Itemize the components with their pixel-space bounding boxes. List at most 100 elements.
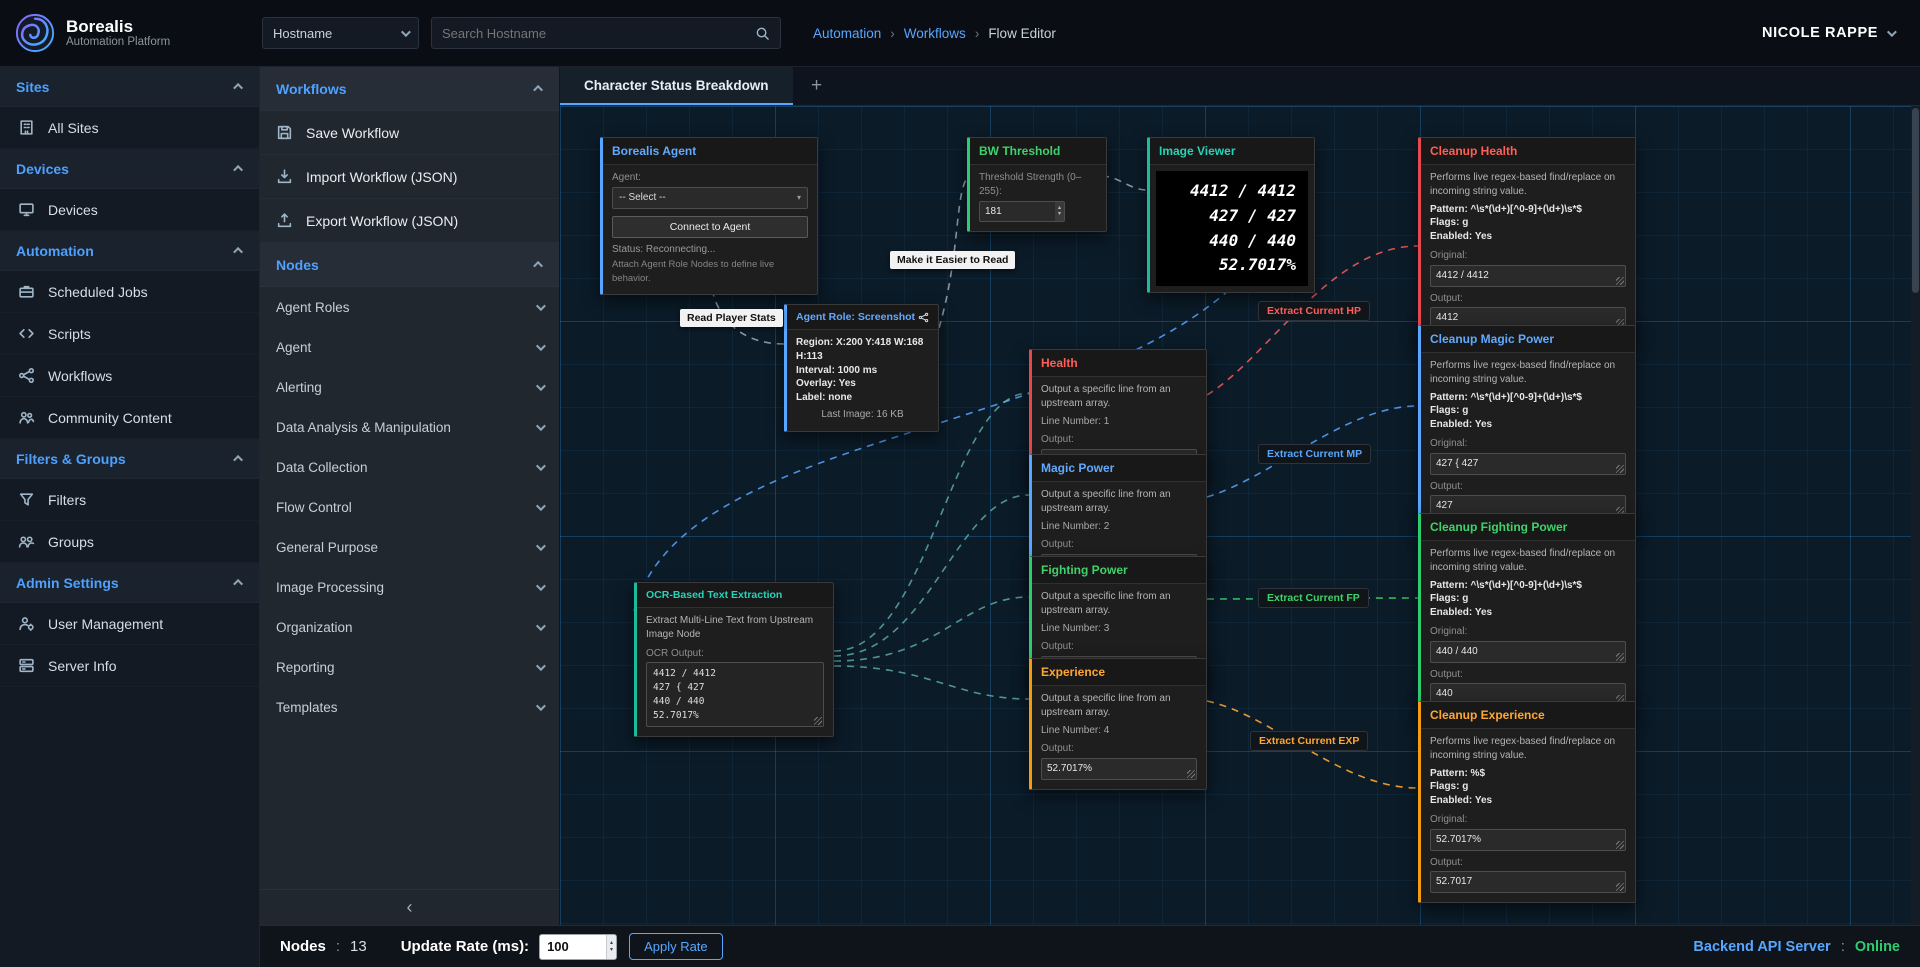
hostname-selector[interactable]: Hostname: [262, 17, 419, 49]
original-value-field[interactable]: 427 { 427: [1430, 453, 1626, 475]
note-read-player-stats[interactable]: Read Player Stats: [680, 309, 783, 327]
category-label: Flow Control: [276, 500, 352, 515]
sidebar-section-filters-groups[interactable]: Filters & Groups: [0, 439, 259, 479]
spinner-buttons[interactable]: ▴▾: [606, 935, 616, 959]
apply-rate-button[interactable]: Apply Rate: [629, 933, 723, 960]
category-label: Agent Roles: [276, 300, 350, 315]
workflows-panel-header[interactable]: Workflows: [260, 67, 559, 111]
edge-label-extract-current-hp[interactable]: Extract Current HP: [1258, 301, 1370, 321]
edge-label-extract-current-fp[interactable]: Extract Current FP: [1258, 588, 1369, 608]
flow-node-cleanup-magic-power[interactable]: Cleanup Magic Power Performs live regex-…: [1418, 325, 1636, 527]
node-category-templates[interactable]: Templates: [260, 687, 559, 727]
node-category-image-processing[interactable]: Image Processing: [260, 567, 559, 607]
flags-text: Flags: g: [1430, 216, 1626, 230]
breadcrumb: Automation › Workflows › Flow Editor: [813, 26, 1056, 41]
edge-label-extract-current-exp[interactable]: Extract Current EXP: [1250, 731, 1368, 751]
node-category-general-purpose[interactable]: General Purpose: [260, 527, 559, 567]
flow-node-cleanup-health[interactable]: Cleanup Health Performs live regex-based…: [1418, 137, 1636, 339]
node-category-flow-control[interactable]: Flow Control: [260, 487, 559, 527]
node-description: Output a specific line from an upstream …: [1041, 692, 1197, 720]
original-value-field[interactable]: 4412 / 4412: [1430, 265, 1626, 287]
brand: Borealis Automation Platform: [0, 12, 260, 54]
sidebar-item-workflows[interactable]: Workflows: [0, 355, 259, 397]
add-tab-button[interactable]: +: [793, 67, 841, 105]
tab-character-status-breakdown[interactable]: Character Status Breakdown: [560, 67, 793, 105]
sidebar-section-admin-settings[interactable]: Admin Settings: [0, 563, 259, 603]
breadcrumb-automation[interactable]: Automation: [813, 26, 881, 41]
update-rate-input[interactable]: 100 ▴▾: [539, 934, 617, 960]
node-description: Output a specific line from an upstream …: [1041, 383, 1197, 411]
chevron-down-icon: [536, 661, 546, 671]
original-label: Original:: [1430, 437, 1626, 451]
user-menu[interactable]: NICOLE RAPPE: [1762, 25, 1894, 41]
image-viewer-line: 440 / 440: [1168, 229, 1296, 254]
search-icon[interactable]: [755, 26, 770, 41]
original-value-field[interactable]: 52.7017%: [1430, 829, 1626, 851]
sidebar-item-devices[interactable]: Devices: [0, 189, 259, 231]
node-title-text: Borealis Agent: [612, 144, 696, 158]
ocr-output-field[interactable]: 4412 / 4412 427 { 427 440 / 440 52.7017%: [646, 662, 824, 727]
flow-node-experience[interactable]: Experience Output a specific line from a…: [1029, 658, 1207, 790]
output-value-field[interactable]: 52.7017: [1430, 871, 1626, 893]
sidebar-item-scripts[interactable]: Scripts: [0, 313, 259, 355]
node-title-text: Magic Power: [1041, 461, 1114, 475]
flow-node-ocr-text-extraction[interactable]: OCR-Based Text Extraction Extract Multi-…: [634, 582, 834, 737]
sidebar-item-label: User Management: [48, 616, 163, 632]
flow-node-borealis-agent[interactable]: Borealis Agent Agent: -- Select -- ▾ Con…: [600, 137, 818, 295]
edge-label-extract-current-mp[interactable]: Extract Current MP: [1258, 444, 1371, 464]
node-title: Image Viewer: [1150, 138, 1314, 165]
sidebar-item-server-info[interactable]: Server Info: [0, 645, 259, 687]
spinner-down-icon[interactable]: ▾: [610, 947, 613, 954]
node-category-reporting[interactable]: Reporting: [260, 647, 559, 687]
note-make-it-easier-to-read[interactable]: Make it Easier to Read: [890, 251, 1015, 269]
output-value-field[interactable]: 52.7017%: [1041, 758, 1197, 780]
panel-collapse-button[interactable]: ‹: [260, 889, 559, 925]
chevron-up-icon: [233, 247, 243, 257]
node-category-agent[interactable]: Agent: [260, 327, 559, 367]
sidebar-item-user-management[interactable]: User Management: [0, 603, 259, 645]
topbar: Borealis Automation Platform Hostname Au…: [0, 0, 1920, 67]
connect-to-agent-button[interactable]: Connect to Agent: [612, 216, 808, 238]
nodes-panel-header[interactable]: Nodes: [260, 243, 559, 287]
threshold-strength-input[interactable]: 181 ▴▾: [979, 201, 1065, 223]
node-category-data-collection[interactable]: Data Collection: [260, 447, 559, 487]
flow-node-cleanup-fighting-power[interactable]: Cleanup Fighting Power Performs live reg…: [1418, 513, 1636, 715]
node-category-organization[interactable]: Organization: [260, 607, 559, 647]
sidebar-item-groups[interactable]: Groups: [0, 521, 259, 563]
action-label: Export Workflow (JSON): [306, 213, 458, 229]
workflow-branch-icon: [18, 367, 35, 384]
search-input[interactable]: [442, 26, 755, 41]
flow-node-cleanup-experience[interactable]: Cleanup Experience Performs live regex-b…: [1418, 701, 1636, 903]
flow-canvas[interactable]: Borealis Agent Agent: -- Select -- ▾ Con…: [560, 106, 1920, 925]
node-category-agent-roles[interactable]: Agent Roles: [260, 287, 559, 327]
share-icon[interactable]: [918, 312, 929, 323]
sidebar-item-community-content[interactable]: Community Content: [0, 397, 259, 439]
node-category-alerting[interactable]: Alerting: [260, 367, 559, 407]
flow-node-agent-role-screenshot[interactable]: Agent Role: Screenshot Region: X:200 Y:4…: [784, 304, 939, 432]
sidebar-item-all-sites[interactable]: All Sites: [0, 107, 259, 149]
canvas-vertical-scrollbar[interactable]: [1911, 106, 1920, 925]
chevron-down-icon: [536, 301, 546, 311]
sidebar-item-label: Community Content: [48, 410, 172, 426]
export-workflow-button[interactable]: Export Workflow (JSON): [260, 199, 559, 243]
import-workflow-button[interactable]: Import Workflow (JSON): [260, 155, 559, 199]
agent-select[interactable]: -- Select -- ▾: [612, 187, 808, 209]
spinner-up-icon[interactable]: ▴: [1058, 205, 1061, 212]
sidebar-item-scheduled-jobs[interactable]: Scheduled Jobs: [0, 271, 259, 313]
spinner-down-icon[interactable]: ▾: [1058, 211, 1061, 218]
chevron-down-icon: [536, 581, 546, 591]
flow-node-image-viewer[interactable]: Image Viewer 4412 / 4412 427 / 427 440 /…: [1147, 137, 1315, 293]
chevron-up-icon: [233, 579, 243, 589]
original-value-field[interactable]: 440 / 440: [1430, 641, 1626, 663]
save-workflow-button[interactable]: Save Workflow: [260, 111, 559, 155]
sidebar-section-devices[interactable]: Devices: [0, 149, 259, 189]
sidebar-section-automation[interactable]: Automation: [0, 231, 259, 271]
flow-node-bw-threshold[interactable]: BW Threshold Threshold Strength (0–255):…: [967, 137, 1107, 232]
breadcrumb-workflows[interactable]: Workflows: [904, 26, 966, 41]
scrollbar-thumb[interactable]: [1912, 108, 1919, 293]
spinner-up-icon[interactable]: ▴: [610, 940, 613, 947]
sidebar-item-filters[interactable]: Filters: [0, 479, 259, 521]
node-category-data-analysis[interactable]: Data Analysis & Manipulation: [260, 407, 559, 447]
sidebar-section-sites[interactable]: Sites: [0, 67, 259, 107]
spinner-buttons[interactable]: ▴▾: [1055, 202, 1064, 222]
